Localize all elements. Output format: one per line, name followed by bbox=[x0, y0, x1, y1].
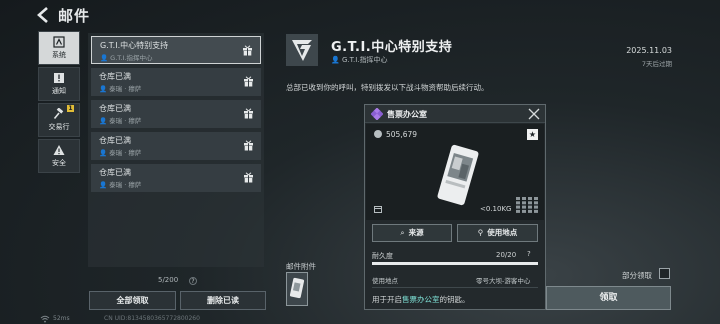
notice-icon bbox=[54, 73, 64, 83]
divider bbox=[372, 287, 538, 288]
mail-sender: 👤 G.T.I.指挥中心 bbox=[100, 54, 153, 62]
sidebar-item-trade[interactable]: 1 交易行 bbox=[38, 103, 80, 137]
item-value: 505,679 bbox=[386, 130, 418, 139]
sidebar-item-security[interactable]: 安全 bbox=[38, 139, 80, 173]
mail-sender: 👤 泰瑞 · 穆萨 bbox=[99, 85, 142, 93]
gti-logo-icon bbox=[286, 34, 318, 66]
diamond-grid-icon bbox=[371, 108, 383, 120]
popup-header: 售票办公室 bbox=[365, 105, 545, 123]
item-description: 用于开启售票办公室的钥匙。 bbox=[372, 294, 470, 305]
partial-claim-checkbox[interactable] bbox=[659, 268, 670, 279]
mail-sender-name: 泰瑞 · 穆萨 bbox=[109, 149, 142, 157]
keycard-icon bbox=[290, 277, 305, 299]
claim-all-button[interactable]: 全部领取 bbox=[89, 291, 176, 310]
coin-icon bbox=[374, 130, 382, 138]
use-place-value: 零号大坝-游客中心 bbox=[476, 277, 531, 285]
gift-icon bbox=[244, 172, 253, 183]
package-icon bbox=[374, 206, 382, 213]
popup-title: 售票办公室 bbox=[387, 110, 427, 119]
use-location-button[interactable]: ⚲ 使用地点 bbox=[457, 224, 538, 242]
mail-title: 仓库已满 bbox=[99, 168, 131, 177]
mail-sender: 👤 泰瑞 · 穆萨 bbox=[99, 149, 142, 157]
item-preview: 505,679 ★ <0.10KG bbox=[366, 124, 544, 220]
source-button-label: 来源 bbox=[408, 228, 424, 237]
sidebar-item-label: 安全 bbox=[52, 159, 66, 167]
sidebar-item-label: 通知 bbox=[52, 87, 66, 95]
use-place-label: 使用地点 bbox=[372, 277, 398, 285]
claim-button[interactable]: 领取 bbox=[546, 286, 671, 310]
item-tooltip-popup: 售票办公室 505,679 ★ <0.10KG ⌕ 来源 ⚲ 使用地点 耐久度 … bbox=[364, 104, 546, 310]
durability-help-icon[interactable]: ? bbox=[527, 250, 531, 258]
mail-sender: 👤 泰瑞 · 穆萨 bbox=[99, 117, 142, 125]
status-bar: 52ms CN UID:8134580365772800260 bbox=[0, 314, 720, 324]
durability-label: 耐久度 bbox=[372, 252, 393, 260]
mail-detail-sender-name: G.T.I.指挥中心 bbox=[341, 56, 388, 64]
gift-icon bbox=[243, 45, 252, 56]
mail-item[interactable]: G.T.I.中心特别支持 👤 G.T.I.指挥中心 bbox=[91, 36, 261, 64]
mail-item[interactable]: 仓库已满 👤 泰瑞 · 穆萨 bbox=[91, 164, 261, 192]
gift-icon bbox=[244, 108, 253, 119]
durability-bar-fill bbox=[372, 262, 538, 265]
sidebar-item-notice[interactable]: 通知 bbox=[38, 67, 80, 101]
mail-sender-name: 泰瑞 · 穆萨 bbox=[109, 85, 142, 93]
mail-item[interactable]: 仓库已满 👤 泰瑞 · 穆萨 bbox=[91, 68, 261, 96]
back-arrow-icon[interactable] bbox=[36, 7, 50, 23]
keycard-image bbox=[437, 144, 479, 206]
page-title: 邮件 bbox=[58, 7, 91, 25]
durability-bar bbox=[372, 262, 538, 265]
warning-icon bbox=[53, 145, 65, 155]
gift-icon bbox=[244, 76, 253, 87]
item-weight: <0.10KG bbox=[480, 205, 512, 213]
mail-detail-sender: 👤 G.T.I.指挥中心 bbox=[331, 56, 388, 64]
gavel-icon bbox=[53, 108, 64, 120]
partial-claim-label: 部分领取 bbox=[622, 271, 652, 280]
description-suffix: 的钥匙。 bbox=[439, 295, 470, 304]
mail-body: 总部已收到你的呼叫，特别拨发以下战斗物资帮助后续行动。 bbox=[286, 83, 489, 92]
use-location-button-label: 使用地点 bbox=[487, 228, 518, 237]
help-icon[interactable]: ? bbox=[189, 277, 197, 285]
mail-date: 2025.11.03 bbox=[626, 46, 672, 55]
description-prefix: 用于开启 bbox=[372, 295, 402, 304]
source-button[interactable]: ⌕ 来源 bbox=[372, 224, 452, 242]
sidebar-item-system[interactable]: 系统 bbox=[38, 31, 80, 65]
sidebar-item-label: 系统 bbox=[52, 51, 66, 59]
top-bar: 邮件 bbox=[0, 0, 720, 30]
mail-sender-name: 泰瑞 · 穆萨 bbox=[109, 117, 142, 125]
description-highlight: 售票办公室 bbox=[402, 295, 440, 304]
wifi-icon bbox=[40, 315, 50, 323]
favorite-star-icon[interactable]: ★ bbox=[527, 129, 538, 140]
category-sidebar: 系统 通知 1 交易行 安全 bbox=[38, 31, 80, 175]
sidebar-item-label: 交易行 bbox=[48, 123, 70, 131]
system-icon bbox=[53, 36, 65, 48]
mail-item[interactable]: 仓库已满 👤 泰瑞 · 穆萨 bbox=[91, 132, 261, 160]
attachment-slot[interactable] bbox=[286, 272, 308, 306]
location-pin-icon: ⚲ bbox=[477, 228, 484, 237]
mail-sender: 👤 泰瑞 · 穆萨 bbox=[99, 181, 142, 189]
mail-sender-name: 泰瑞 · 穆萨 bbox=[109, 181, 142, 189]
durability-value: 20/20 bbox=[496, 251, 517, 259]
notification-badge: 1 bbox=[67, 105, 74, 112]
mail-title: 仓库已满 bbox=[99, 136, 131, 145]
grid-size-icon bbox=[516, 197, 538, 213]
mail-title: G.T.I.中心特别支持 bbox=[100, 41, 169, 50]
gift-icon bbox=[244, 140, 253, 151]
ping-readout: 52ms bbox=[53, 315, 70, 322]
mail-title: 仓库已满 bbox=[99, 72, 131, 81]
delete-read-button[interactable]: 删除已读 bbox=[180, 291, 266, 310]
mail-detail-title: G.T.I.中心特别支持 bbox=[331, 40, 453, 55]
mail-item[interactable]: 仓库已满 👤 泰瑞 · 穆萨 bbox=[91, 100, 261, 128]
search-icon: ⌕ bbox=[400, 228, 405, 237]
mail-sender-name: G.T.I.指挥中心 bbox=[110, 54, 153, 62]
mail-count: 5/200 bbox=[158, 276, 179, 284]
mail-title: 仓库已满 bbox=[99, 104, 131, 113]
close-icon[interactable] bbox=[528, 108, 540, 120]
attachments-label: 邮件附件 bbox=[286, 262, 316, 271]
mail-expire: 7天后过期 bbox=[641, 60, 672, 68]
mail-list: G.T.I.中心特别支持 👤 G.T.I.指挥中心 仓库已满 👤 泰瑞 · 穆萨… bbox=[88, 33, 264, 267]
uid-readout: CN UID:8134580365772800260 bbox=[104, 315, 200, 322]
